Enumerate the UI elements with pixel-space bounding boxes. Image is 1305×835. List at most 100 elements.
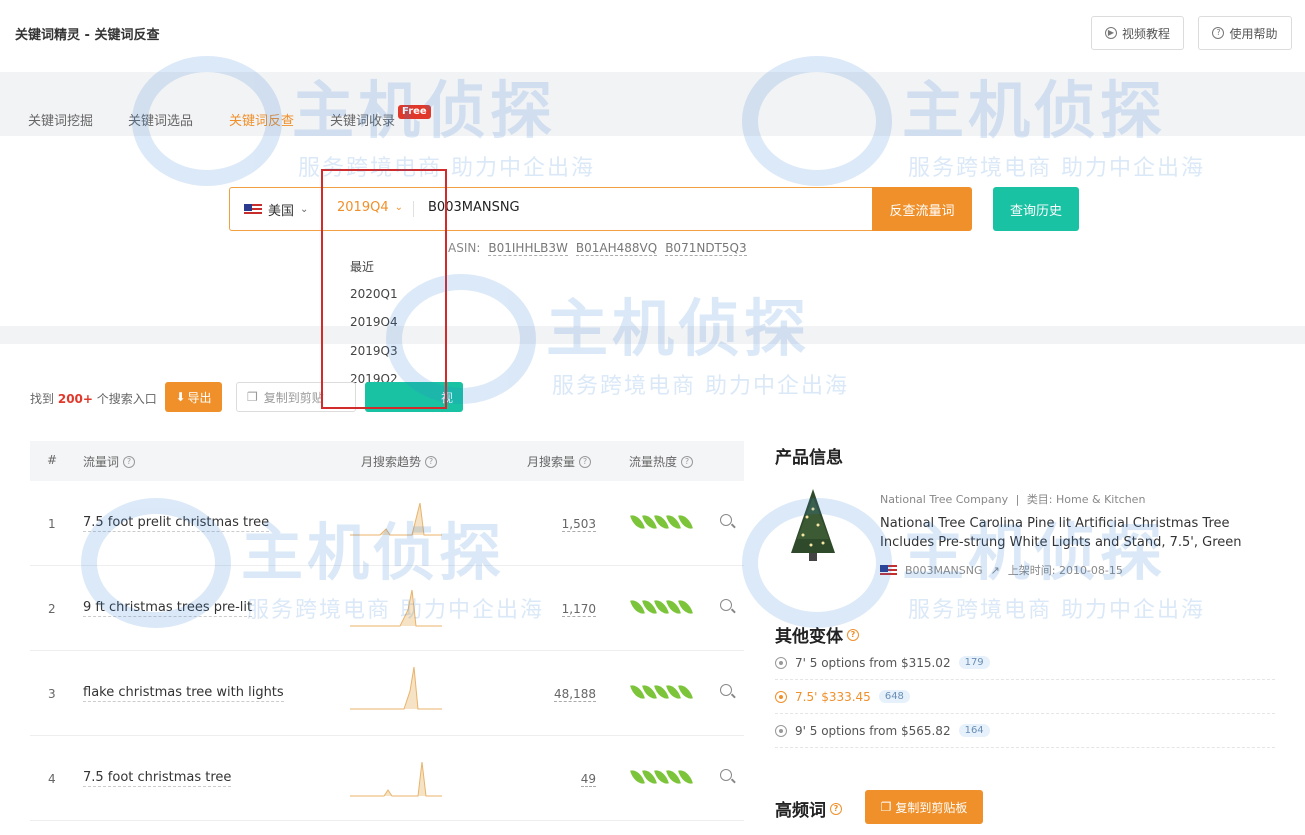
quarter-label: 2019Q4	[337, 200, 389, 215]
col-keyword: 流量词?	[83, 453, 136, 470]
variant-count: 648	[878, 690, 910, 703]
quarter-option[interactable]: 最近	[350, 258, 374, 275]
asin-hint-prefix: ASIN:	[448, 241, 481, 255]
chevron-down-icon: ⌄	[300, 204, 309, 215]
product-info-title: 产品信息	[775, 448, 843, 468]
product-asin[interactable]: B003MANSNG	[905, 564, 983, 577]
col-trend: 月搜索趋势?	[361, 453, 438, 470]
variant-option[interactable]: 9' 5 options from $565.82 164	[775, 714, 1275, 748]
heat-leaves	[630, 682, 693, 702]
tab-band	[0, 72, 1305, 136]
variant-option[interactable]: 7' 5 options from $315.02 179	[775, 646, 1275, 680]
row-index: 4	[48, 772, 56, 786]
asin-hint-link[interactable]: B01AH488VQ	[575, 241, 658, 256]
search-icon[interactable]	[720, 514, 732, 526]
asin-hint-link[interactable]: B01IHHLB3W	[488, 241, 568, 256]
top-bar: 关键词精灵 - 关键词反查 ▶ 视频教程 ? 使用帮助	[0, 0, 1305, 72]
row-volume[interactable]: 1,170	[561, 602, 596, 617]
asin-input[interactable]: B003MANSNG	[428, 200, 520, 215]
product-brand[interactable]: National Tree Company	[880, 493, 1008, 506]
variant-option[interactable]: 7.5' $333.45 648	[775, 680, 1275, 714]
row-keyword[interactable]: flake christmas tree with lights	[83, 685, 284, 702]
product-image[interactable]	[785, 487, 841, 565]
help-button[interactable]: ? 使用帮助	[1198, 16, 1292, 50]
reverse-lookup-button[interactable]: 反查流量词	[872, 187, 972, 231]
result-count: 找到 200+ 个搜索入口	[30, 392, 157, 406]
row-volume[interactable]: 49	[580, 772, 596, 787]
search-icon[interactable]	[720, 599, 732, 611]
help-icon: ?	[681, 455, 694, 468]
divider	[322, 201, 323, 217]
row-volume[interactable]: 48,188	[554, 687, 596, 702]
table-row[interactable]: 1 7.5 foot prelit christmas tree 1,503	[30, 481, 744, 566]
col-volume: 月搜索量?	[527, 453, 592, 470]
help-icon: ?	[425, 455, 438, 468]
table-row[interactable]: 3 flake christmas tree with lights 48,18…	[30, 651, 744, 736]
trend-sparkline	[350, 502, 442, 536]
quarter-select[interactable]: 2019Q4 ⌄	[337, 200, 403, 215]
copy-button[interactable]: ❐ 复制到剪贴	[236, 382, 356, 412]
asin-hints: ASIN: B01IHHLB3W B01AH488VQ B071NDT5Q3	[448, 241, 747, 256]
radio-icon[interactable]	[775, 724, 787, 737]
variants-title: 其他变体?	[775, 622, 859, 647]
table-row[interactable]: 2 9 ft christmas trees pre-lit 1,170	[30, 566, 744, 651]
country-label: 美国	[268, 204, 295, 219]
variant-count: 164	[958, 724, 990, 737]
radio-icon[interactable]	[775, 656, 787, 669]
row-index: 3	[48, 687, 56, 701]
us-flag-icon	[244, 203, 262, 216]
free-badge: Free	[398, 105, 431, 119]
product-name[interactable]: National Tree Carolina Pine lit Artifici…	[880, 514, 1250, 552]
row-index: 2	[48, 602, 56, 616]
row-keyword[interactable]: 7.5 foot christmas tree	[83, 770, 232, 787]
help-icon: ?	[830, 802, 842, 815]
help-icon: ?	[579, 455, 592, 468]
heat-leaves	[630, 597, 693, 617]
copy-clipboard-button[interactable]: ❐ 复制到剪贴板	[865, 790, 983, 824]
tab-keyword-index[interactable]: 关键词收录	[330, 110, 395, 129]
variant-label: 7' 5 options from $315.02	[795, 655, 951, 670]
row-volume[interactable]: 1,503	[561, 517, 596, 532]
chevron-down-icon: ⌄	[394, 202, 403, 213]
row-keyword[interactable]: 7.5 foot prelit christmas tree	[83, 515, 270, 532]
heat-leaves	[630, 512, 693, 532]
search-box	[229, 187, 873, 231]
product-brand-line: National Tree Company | 类目: Home & Kitch…	[880, 493, 1146, 506]
play-icon: ▶	[1104, 27, 1117, 39]
quarter-option[interactable]: 2020Q1	[350, 287, 398, 301]
trend-sparkline	[350, 666, 442, 710]
external-link-icon[interactable]: ↗	[991, 564, 1000, 577]
view-button[interactable]: 视	[365, 382, 463, 412]
trend-sparkline	[350, 589, 442, 627]
us-flag-icon	[880, 564, 897, 576]
help-label: 使用帮助	[1229, 26, 1278, 41]
quarter-option[interactable]: 2019Q3	[350, 344, 398, 358]
search-icon[interactable]	[720, 684, 732, 696]
copy-icon: ❐	[247, 390, 258, 404]
row-keyword[interactable]: 9 ft christmas trees pre-lit	[83, 600, 253, 617]
download-icon: ⬇	[175, 390, 186, 404]
tab-keyword-product[interactable]: 关键词选品	[128, 110, 193, 129]
query-history-button[interactable]: 查询历史	[993, 187, 1079, 231]
high-freq-title: 高频词?	[775, 796, 842, 821]
asin-hint-link[interactable]: B071NDT5Q3	[665, 241, 747, 256]
section-separator	[0, 326, 1305, 344]
export-button[interactable]: ⬇ 导出	[165, 382, 222, 412]
video-tutorial-button[interactable]: ▶ 视频教程	[1091, 16, 1184, 50]
country-select[interactable]: 美国 ⌄	[244, 200, 308, 219]
page-title: 关键词精灵 - 关键词反查	[15, 28, 160, 43]
result-count-value: 200+	[57, 392, 93, 406]
divider	[413, 201, 414, 217]
radio-icon[interactable]	[775, 690, 787, 703]
tab-keyword-mining[interactable]: 关键词挖掘	[28, 110, 93, 129]
table-row[interactable]: 4 7.5 foot christmas tree 49	[30, 736, 744, 821]
help-icon: ?	[1212, 27, 1225, 39]
variant-label: 9' 5 options from $565.82	[795, 723, 951, 738]
heat-leaves	[630, 767, 693, 787]
trend-sparkline	[350, 761, 442, 797]
video-tutorial-label: 视频教程	[1121, 26, 1170, 41]
search-icon[interactable]	[720, 769, 732, 781]
tab-keyword-reverse[interactable]: 关键词反查	[229, 110, 294, 129]
variant-label: 7.5' $333.45	[795, 689, 871, 704]
copy-icon: ❐	[880, 800, 892, 814]
